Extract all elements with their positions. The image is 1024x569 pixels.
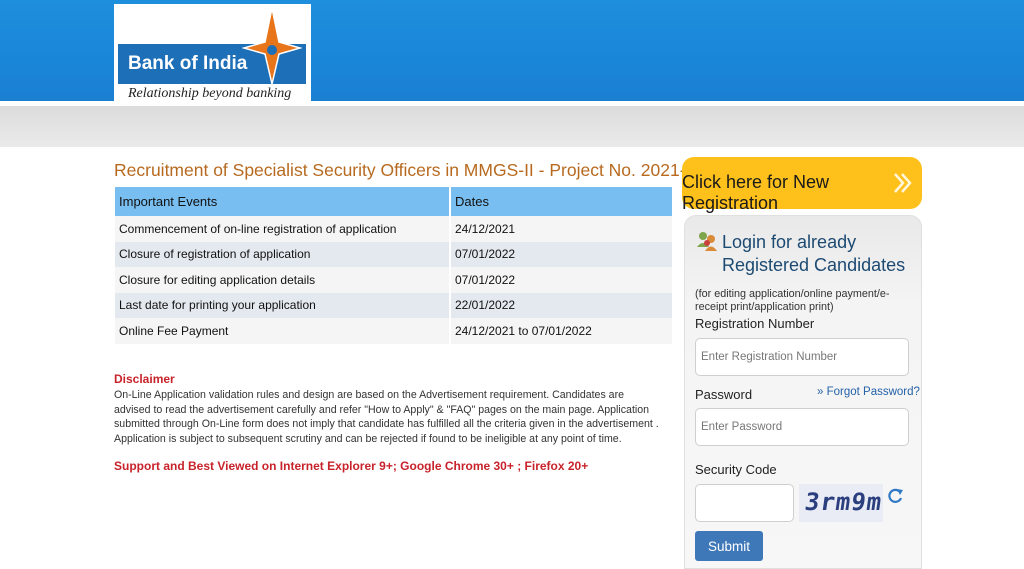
event-cell: Online Fee Payment	[115, 318, 451, 344]
table-header-row: Important Events Dates	[115, 187, 674, 216]
refresh-icon[interactable]	[886, 487, 904, 505]
table-row: Online Fee Payment 24/12/2021 to 07/01/2…	[115, 318, 674, 344]
star-icon	[242, 7, 302, 85]
login-note: (for editing application/online payment/…	[695, 288, 890, 313]
double-chevron-right-icon	[894, 173, 912, 193]
table-row: Closure for editing application details …	[115, 267, 674, 293]
registration-number-label: Registration Number	[695, 316, 815, 331]
disclaimer-title: Disclaimer	[114, 372, 175, 386]
event-cell: Commencement of on-line registration of …	[115, 216, 451, 242]
date-cell: 07/01/2022	[450, 267, 674, 293]
logo-name: Bank of India	[128, 53, 248, 74]
table-row: Last date for printing your application …	[115, 292, 674, 318]
table-row: Commencement of on-line registration of …	[115, 216, 674, 242]
header-events: Important Events	[115, 187, 451, 216]
event-cell: Closure of registration of application	[115, 241, 451, 267]
header-dates: Dates	[450, 187, 674, 216]
logo-tagline: Relationship beyond banking	[128, 86, 292, 101]
password-label: Password	[695, 387, 753, 402]
new-registration-button[interactable]: Click here for New Registration	[682, 157, 922, 213]
security-code-label: Security Code	[695, 462, 777, 477]
disclaimer-text: On-Line Application validation rules and…	[114, 389, 659, 445]
browser-support-note: Support and Best Viewed on Internet Expl…	[114, 459, 589, 473]
event-cell: Last date for printing your application	[115, 292, 451, 318]
table-row: Closure of registration of application 0…	[115, 241, 674, 267]
date-cell: 07/01/2022	[450, 241, 674, 267]
login-title: Login for already Registered Candidates	[722, 232, 906, 275]
date-cell: 22/01/2022	[450, 292, 674, 318]
captcha-image: 3rm9m	[799, 484, 883, 522]
security-code-input[interactable]	[695, 484, 794, 522]
date-cell: 24/12/2021	[450, 216, 674, 242]
forgot-password-label: Forgot Password?	[826, 386, 920, 398]
forgot-password-link[interactable]: » Forgot Password?	[817, 386, 920, 398]
date-cell: 24/12/2021 to 07/01/2022	[450, 318, 674, 344]
page-title: Recruitment of Specialist Security Offic…	[114, 160, 720, 180]
password-input[interactable]	[695, 408, 909, 446]
events-table: Important Events Dates Commencement of o…	[115, 187, 674, 344]
submit-button[interactable]: Submit	[695, 531, 763, 561]
registration-number-input[interactable]	[695, 338, 909, 376]
captcha-text: 3rm9m	[803, 488, 883, 516]
nav-band	[0, 106, 1024, 147]
event-cell: Closure for editing application details	[115, 267, 451, 293]
double-chevron-right-icon: »	[817, 386, 827, 398]
new-registration-label: Click here for New Registration	[682, 172, 830, 213]
users-icon	[697, 232, 717, 251]
bank-logo[interactable]: Bank of India Relationship beyond bankin…	[114, 4, 311, 102]
